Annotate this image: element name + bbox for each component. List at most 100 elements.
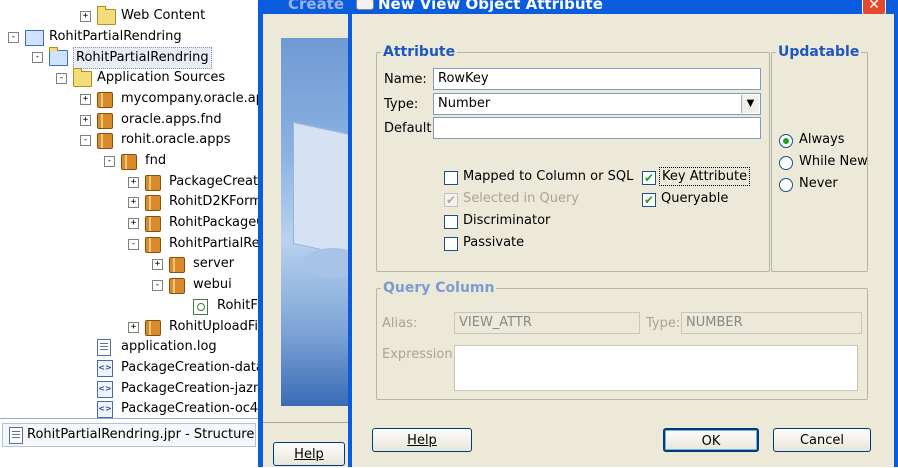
query-type-field[interactable]: NUMBER [681, 312, 862, 334]
collapse-icon[interactable]: - [8, 31, 19, 43]
ok-button[interactable]: OK [663, 428, 759, 452]
help-button[interactable]: Help [372, 428, 472, 452]
tree-node[interactable]: - RohitPartialRendring [0, 27, 262, 47]
xml-icon: <> [97, 401, 113, 418]
collapse-icon[interactable]: - [56, 73, 67, 85]
application-navigator: + Web Content - RohitPartialRendring - RohitP… [0, 0, 262, 418]
tree-node[interactable]: - Application Sources [0, 68, 262, 88]
tree-node[interactable]: - RohitPartialRendring [0, 47, 262, 70]
tree-node-label: RohitPackageC [169, 215, 262, 230]
expand-icon[interactable]: + [80, 11, 91, 22]
checkbox-label: Queryable [661, 191, 729, 206]
name-label: Name: [384, 72, 427, 87]
tree-node[interactable]: <> PackageCreation-jazn- [0, 379, 262, 399]
tree-node[interactable]: + server [0, 254, 262, 274]
collapse-icon[interactable]: - [104, 155, 115, 167]
tree-node[interactable]: RohitF [0, 296, 262, 316]
package-icon [97, 133, 113, 150]
tree-node-label: fnd [145, 152, 167, 168]
tree-node-label: PackageCreation-oc4i- [121, 401, 262, 417]
radio-always[interactable] [779, 134, 793, 148]
alias-field[interactable]: VIEW_ATTR [454, 312, 640, 334]
chevron-down-icon[interactable]: ▼ [741, 95, 759, 113]
radio-label: Always [799, 132, 845, 147]
wizard-separator [263, 422, 358, 423]
checkbox-selected-in-query[interactable]: ✔ [444, 193, 458, 207]
type-select[interactable]: Number ▼ [433, 93, 761, 115]
tree-node-label: server [193, 256, 235, 272]
tree-node-label: PackageCreation-jazn- [121, 380, 262, 396]
wizard-body: Help [263, 14, 363, 467]
checkbox-label: Mapped to Column or SQL [463, 169, 634, 184]
package-icon [97, 91, 113, 108]
create-view-object-wizard: Create V Help [258, 0, 363, 467]
tree-node-label: oracle.apps.fnd [121, 111, 222, 127]
expand-icon[interactable]: + [128, 197, 139, 209]
tree-node[interactable]: + RohitD2KForm [0, 192, 262, 212]
expand-icon[interactable]: + [128, 321, 139, 333]
tree-node[interactable]: - rohit.oracle.apps [0, 130, 262, 150]
tree-node-label: RohitF [217, 297, 258, 313]
type-label: Type: [384, 97, 419, 112]
tree-node[interactable]: <> PackageCreation-data- [0, 358, 262, 378]
checkbox-label: Discriminator [463, 213, 551, 228]
tree-node[interactable]: + mycompany.oracle.app [0, 89, 262, 109]
query-type-label: Type: [646, 316, 681, 331]
expand-icon[interactable]: + [128, 218, 139, 229]
tree-node-label: webui [193, 277, 232, 293]
package-icon [145, 319, 161, 336]
tree-node[interactable]: + RohitUploadFil [0, 317, 262, 337]
close-button[interactable]: ✕ [862, 0, 886, 15]
tree-node[interactable]: - fnd [0, 151, 262, 171]
checkbox-passivate[interactable] [444, 237, 458, 251]
package-icon [121, 153, 137, 170]
tree-node[interactable]: - webui [0, 275, 262, 295]
cancel-button-label: Cancel [799, 433, 845, 448]
project-icon [49, 47, 68, 67]
tree-node-label: application.log [121, 339, 217, 355]
tree-node[interactable]: + oracle.apps.fnd [0, 110, 262, 130]
new-view-object-attribute-dialog: New View Object Attribute ✕ Attribute Na… [348, 0, 898, 467]
radio-label: While New [799, 154, 868, 169]
checkbox-key-attribute[interactable]: ✔ [642, 171, 656, 185]
package-icon [145, 174, 161, 191]
tree-node[interactable]: + Web Content [0, 6, 262, 26]
collapse-icon[interactable]: - [128, 238, 139, 250]
dialog-titlebar[interactable]: New View Object Attribute ✕ [348, 0, 898, 15]
structure-icon [9, 427, 23, 444]
expression-field[interactable] [454, 345, 858, 391]
tree-node[interactable]: - RohitPartialRe [0, 234, 262, 254]
radio-while-new[interactable] [779, 156, 793, 170]
dialog-content: Attribute Name: RowKey Type: Number ▼ De… [352, 14, 894, 467]
expression-label: Expression: [382, 347, 457, 362]
tree-node[interactable]: + PackageCreati [0, 172, 262, 192]
tree-node-label: PackageCreation-data- [121, 359, 262, 375]
package-icon [145, 195, 161, 212]
workspace-icon [25, 29, 44, 46]
collapse-icon[interactable]: - [152, 280, 163, 292]
collapse-icon[interactable]: - [80, 135, 91, 147]
tree-node[interactable]: + RohitPackageC [0, 213, 262, 233]
checkbox-discriminator[interactable] [444, 215, 458, 229]
expand-icon[interactable]: + [128, 176, 139, 188]
radio-never[interactable] [779, 178, 793, 192]
ok-button-label: OK [701, 434, 721, 449]
collapse-icon[interactable]: - [32, 52, 43, 64]
expand-icon[interactable]: + [80, 114, 91, 126]
checkbox-mapped-to-column-or-sql[interactable] [444, 171, 458, 185]
name-field[interactable]: RowKey [433, 68, 761, 90]
expand-icon[interactable]: + [80, 93, 91, 105]
file-icon [97, 339, 111, 357]
wizard-help-button[interactable]: Help [273, 442, 345, 466]
default-field[interactable] [433, 117, 761, 139]
structure-tab[interactable]: RohitPartialRendring.jpr - Structure [2, 423, 256, 447]
tree-node[interactable]: <> PackageCreation-oc4i- [0, 399, 262, 418]
attribute-legend: Attribute [383, 44, 456, 60]
tree-node-label: RohitPartialRendring [49, 28, 182, 44]
tree-node-label: RohitPartialRendring [73, 47, 212, 70]
tree-node-label: mycompany.oracle.app [121, 90, 262, 106]
tree-node[interactable]: application.log [0, 337, 262, 357]
checkbox-queryable[interactable]: ✔ [642, 193, 656, 207]
expand-icon[interactable]: + [152, 259, 163, 271]
cancel-button[interactable]: Cancel [773, 428, 871, 452]
